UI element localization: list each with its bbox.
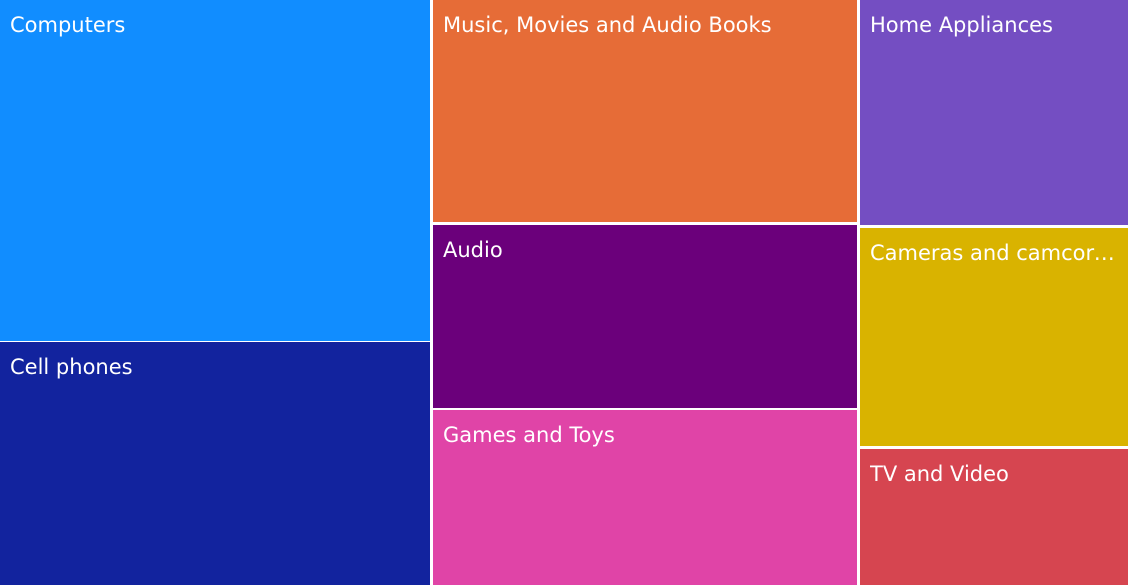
treemap-chart: Computers Cell phones Music, Movies and … xyxy=(0,0,1128,585)
treemap-tile-audio[interactable]: Audio xyxy=(433,225,857,408)
treemap-tile-home-appliances[interactable]: Home Appliances xyxy=(860,0,1128,225)
treemap-tile-tv-and-video[interactable]: TV and Video xyxy=(860,449,1128,585)
tile-label-tv-and-video: TV and Video xyxy=(870,462,1009,486)
treemap-tile-games-and-toys[interactable]: Games and Toys xyxy=(433,410,857,585)
treemap-tile-music-movies-audio-books[interactable]: Music, Movies and Audio Books xyxy=(433,0,857,222)
treemap-tile-cameras-and-camcorders[interactable]: Cameras and camcorders xyxy=(860,228,1128,446)
tile-label-games-and-toys: Games and Toys xyxy=(443,423,615,447)
tile-label-cell-phones: Cell phones xyxy=(10,355,133,379)
treemap-tile-cell-phones[interactable]: Cell phones xyxy=(0,342,430,585)
tile-label-music-movies-audio-books: Music, Movies and Audio Books xyxy=(443,13,772,37)
tile-label-computers: Computers xyxy=(10,13,126,37)
tile-label-cameras-and-camcorders: Cameras and camcorders xyxy=(870,241,1120,265)
treemap-tile-computers[interactable]: Computers xyxy=(0,0,430,341)
tile-label-audio: Audio xyxy=(443,238,503,262)
tile-label-home-appliances: Home Appliances xyxy=(870,13,1053,37)
